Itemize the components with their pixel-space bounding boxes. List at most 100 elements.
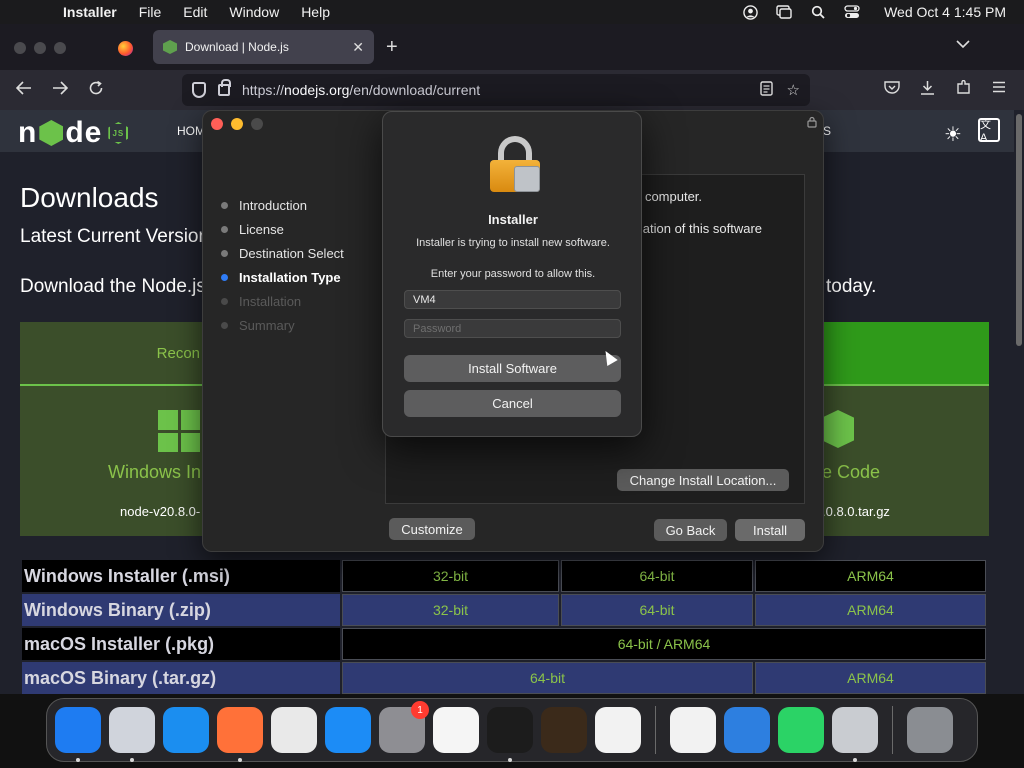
customize-button[interactable]: Customize <box>389 518 475 540</box>
garageband-icon[interactable] <box>541 707 587 753</box>
control-center-icon[interactable] <box>844 4 860 20</box>
trash-icon[interactable] <box>907 707 953 753</box>
download-card-windows[interactable]: Recon Windows In node-v20.8.0- <box>20 322 216 536</box>
download-link[interactable]: ARM64 <box>755 560 986 592</box>
new-tab-button[interactable]: + <box>386 36 398 59</box>
whatsapp-icon[interactable] <box>778 707 824 753</box>
address-bar[interactable]: https://nodejs.org/en/download/current ☆ <box>182 74 810 106</box>
menu-clock[interactable]: Wed Oct 4 1:45 PM <box>884 4 1006 20</box>
installer-zoom-button[interactable] <box>251 118 263 130</box>
username-field[interactable] <box>404 290 621 309</box>
tracking-protection-shield-icon[interactable] <box>192 82 206 98</box>
visual-studio-icon[interactable] <box>670 707 716 753</box>
window-minimize-button[interactable] <box>34 42 46 54</box>
step-label: Destination Select <box>239 245 344 261</box>
firefox-icon <box>117 40 133 56</box>
step-dot <box>221 297 228 305</box>
pocket-icon[interactable] <box>884 80 900 98</box>
installer-lock-icon <box>807 116 817 131</box>
cancel-button[interactable]: Cancel <box>404 390 621 417</box>
notification-badge: 1 <box>411 701 429 719</box>
dock: 1 <box>46 698 978 762</box>
page-scrollbar[interactable] <box>1014 110 1024 694</box>
menu-app-name[interactable]: Installer <box>52 4 128 20</box>
install-button[interactable]: Install <box>735 519 805 541</box>
js-hex-icon: JS <box>108 122 129 144</box>
download-link[interactable]: ARM64 <box>755 662 986 694</box>
installer-close-button[interactable] <box>211 118 223 130</box>
menu-window[interactable]: Window <box>218 4 290 20</box>
download-link[interactable]: ARM64 <box>755 594 986 626</box>
list-all-tabs-chevron-icon[interactable] <box>956 38 970 52</box>
download-link[interactable]: 64-bit <box>561 594 753 626</box>
user-icon[interactable] <box>742 4 758 20</box>
step-introduction: Introduction <box>221 193 344 217</box>
download-link[interactable]: 32-bit <box>342 560 559 592</box>
back-button[interactable] <box>15 80 32 100</box>
menu-edit[interactable]: Edit <box>172 4 218 20</box>
firefox-icon[interactable] <box>217 707 263 762</box>
card-file-source: .0.8.0.tar.gz <box>822 504 890 519</box>
download-link[interactable]: 64-bit <box>561 560 753 592</box>
nav-partial-link[interactable]: S <box>823 124 831 138</box>
step-label: Installation Type <box>239 269 341 285</box>
forward-button[interactable] <box>52 80 69 100</box>
table-row: Windows Installer (.msi) 32-bit 64-bit A… <box>22 560 986 592</box>
step-installation-type: Installation Type <box>221 265 344 289</box>
row-label: Windows Binary (.zip) <box>22 594 340 626</box>
search-icon[interactable] <box>810 4 826 20</box>
tab-close-icon[interactable]: ✕ <box>352 39 364 56</box>
chrome-icon[interactable] <box>271 707 317 753</box>
table-row: Windows Binary (.zip) 32-bit 64-bit ARM6… <box>22 594 986 626</box>
bookmark-star-icon[interactable]: ☆ <box>787 81 800 99</box>
menu-file[interactable]: File <box>128 4 173 20</box>
nodejs-logo[interactable]: n de JS <box>18 116 129 150</box>
installer-icon[interactable] <box>832 707 878 762</box>
theme-toggle-sun-icon[interactable]: ☀ <box>944 122 962 147</box>
terminal-icon[interactable] <box>487 707 533 762</box>
page-title: Downloads <box>20 182 159 213</box>
reader-view-icon[interactable] <box>759 80 773 100</box>
extensions-icon[interactable] <box>956 79 971 99</box>
url-text[interactable]: https://nodejs.org/en/download/current <box>242 82 746 98</box>
launchpad-icon[interactable] <box>109 707 155 762</box>
installer-minimize-button[interactable] <box>231 118 243 130</box>
app-menu-hamburger-icon[interactable] <box>992 80 1006 97</box>
reload-button[interactable] <box>88 80 104 101</box>
running-indicator <box>130 758 134 762</box>
password-field[interactable] <box>404 319 621 338</box>
system-settings-icon[interactable]: 1 <box>379 701 429 753</box>
tab-title: Download | Node.js <box>185 40 289 54</box>
menu-bar: Installer File Edit Window Help Wed Oct … <box>0 0 1024 24</box>
finder-icon[interactable] <box>55 707 101 762</box>
dock-separator <box>892 706 893 754</box>
download-link[interactable]: 64-bit / ARM64 <box>342 628 986 660</box>
tab-nodejs-download[interactable]: Download | Node.js ✕ <box>153 30 374 64</box>
nav-home-link[interactable]: HOM <box>177 124 205 138</box>
window-close-button[interactable] <box>14 42 26 54</box>
download-card-source[interactable]: e Code .0.8.0.tar.gz <box>822 322 989 536</box>
browser-nav-bar: https://nodejs.org/en/download/current ☆ <box>0 70 1024 110</box>
windows-logo-icon <box>158 410 200 452</box>
screen-mirroring-icon[interactable] <box>776 4 792 20</box>
go-back-button[interactable]: Go Back <box>654 519 727 541</box>
download-link[interactable]: 64-bit <box>342 662 753 694</box>
install-software-button[interactable]: Install Software <box>404 355 621 382</box>
page-subtitle: Latest Current Version <box>20 226 210 247</box>
site-lock-icon[interactable] <box>218 79 231 96</box>
app-store-icon[interactable] <box>325 707 371 753</box>
weather-icon[interactable] <box>724 707 770 753</box>
language-toggle-icon[interactable]: 文A <box>978 118 1000 144</box>
pinned-tab-firefox[interactable] <box>110 34 140 62</box>
scrollbar-thumb[interactable] <box>1016 114 1022 346</box>
safari-icon[interactable] <box>163 707 209 753</box>
step-label: Installation <box>239 293 302 309</box>
change-install-location-button[interactable]: Change Install Location... <box>617 469 789 491</box>
step-dot <box>221 273 228 281</box>
download-link[interactable]: 32-bit <box>342 594 559 626</box>
window-zoom-button[interactable] <box>54 42 66 54</box>
textedit-icon[interactable] <box>433 707 479 753</box>
menu-help[interactable]: Help <box>290 4 341 20</box>
downloads-icon[interactable] <box>920 80 935 99</box>
vscode-icon[interactable] <box>595 707 641 753</box>
